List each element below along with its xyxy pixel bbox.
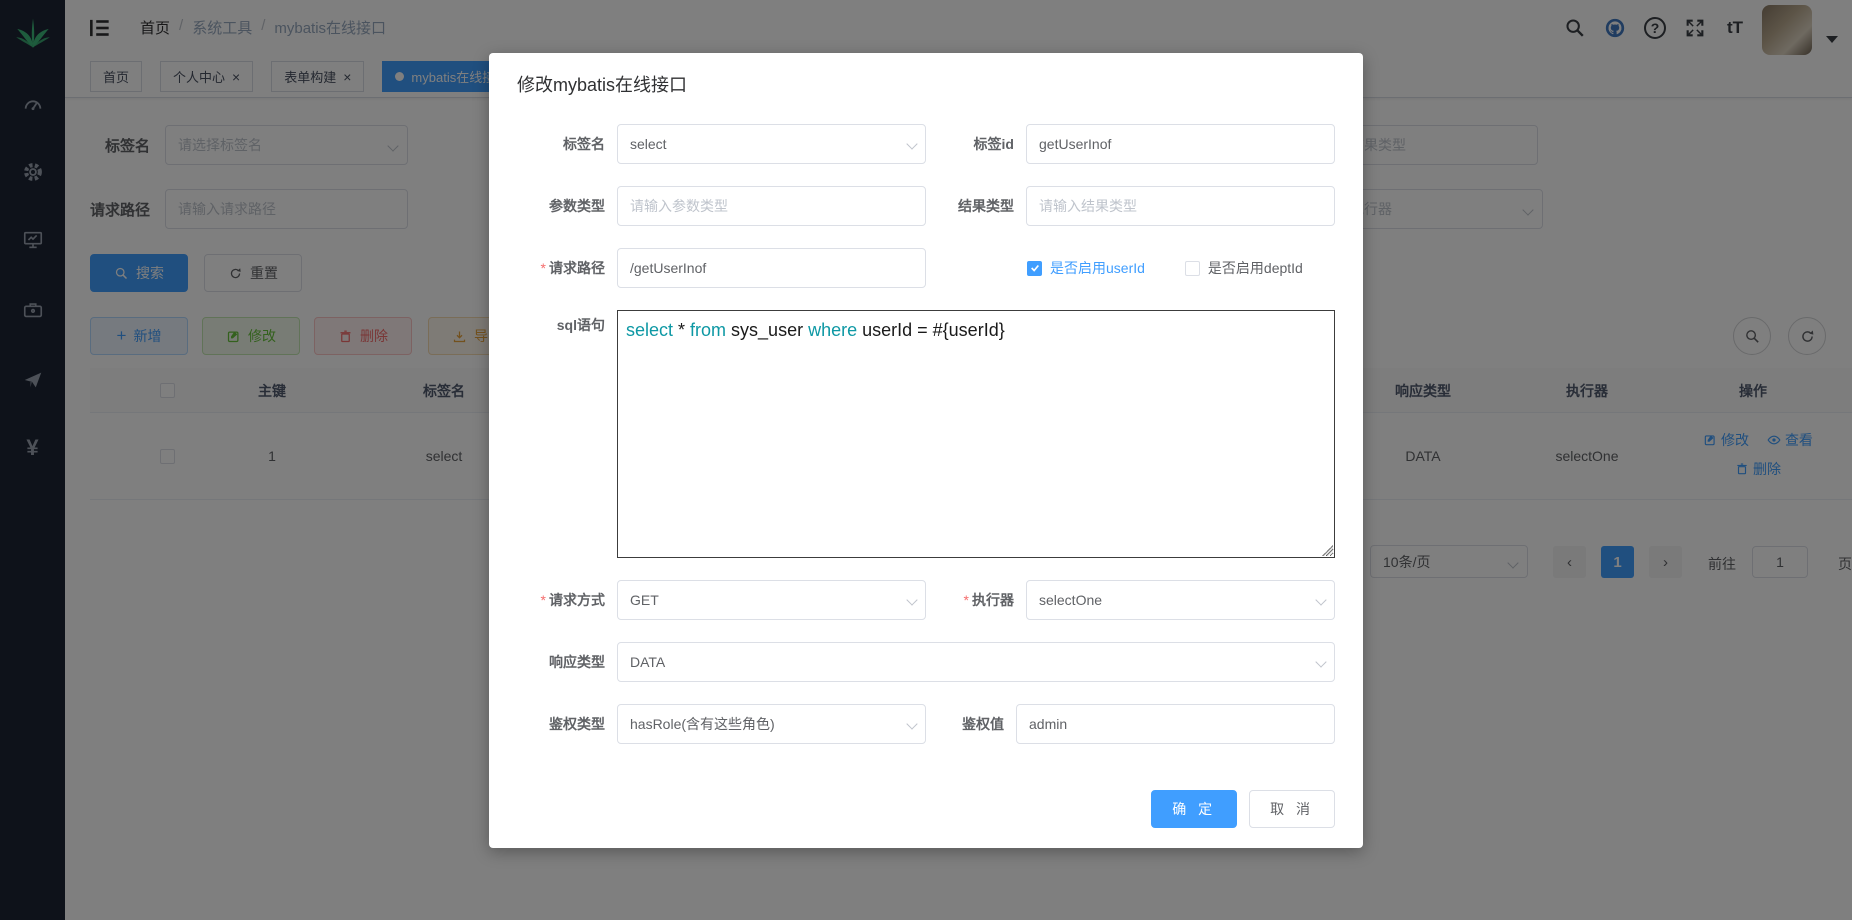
checkbox-unchecked-icon <box>1185 261 1200 276</box>
checkbox-checked-icon <box>1027 261 1042 276</box>
method-label: *请求方式 <box>517 580 605 620</box>
chevron-down-icon <box>1315 656 1326 667</box>
path-input[interactable] <box>617 248 926 288</box>
chevron-down-icon <box>906 138 917 149</box>
resize-handle-icon[interactable] <box>1322 545 1333 556</box>
edit-mybatis-dialog: 修改mybatis在线接口 标签名 select 标签id 参数类型 结果类型 <box>489 53 1363 848</box>
param-type-input[interactable] <box>617 186 926 226</box>
page: ¥ 首页 / 系统工具 / mybatis在线接口 ? <box>0 0 1852 920</box>
auth-type-label: 鉴权类型 <box>517 704 605 744</box>
select-value: selectOne <box>1039 592 1102 608</box>
chevron-down-icon <box>1315 594 1326 605</box>
sql-keyword: where <box>808 320 857 340</box>
sql-text: userId = #{userId} <box>857 320 1005 340</box>
select-value: DATA <box>630 654 665 670</box>
tag-id-input[interactable] <box>1026 124 1335 164</box>
enable-deptid-checkbox[interactable]: 是否启用deptId <box>1185 258 1303 278</box>
path-label: *请求路径 <box>517 248 605 288</box>
confirm-button[interactable]: 确 定 <box>1151 790 1237 828</box>
form-row: sql语句 select * from sys_user where userI… <box>517 310 1335 558</box>
result-type-label: 结果类型 <box>926 186 1014 226</box>
resp-type-select[interactable]: DATA <box>617 642 1335 682</box>
label-text: 请求方式 <box>549 592 605 608</box>
form-row: 标签名 select 标签id <box>517 124 1335 164</box>
executor-select[interactable]: selectOne <box>1026 580 1335 620</box>
tag-name-select[interactable]: select <box>617 124 926 164</box>
auth-value-input[interactable] <box>1016 704 1335 744</box>
sql-editor[interactable]: select * from sys_user where userId = #{… <box>617 310 1335 558</box>
checkbox-label: 是否启用userId <box>1050 258 1145 278</box>
sql-label: sql语句 <box>517 310 605 340</box>
form-row: 响应类型 DATA <box>517 642 1335 682</box>
enable-userid-checkbox[interactable]: 是否启用userId <box>1027 258 1145 278</box>
checkbox-group: 是否启用userId 是否启用deptId <box>1027 258 1303 278</box>
checkbox-label: 是否启用deptId <box>1208 258 1303 278</box>
select-value: select <box>630 136 667 152</box>
label-text: 执行器 <box>972 592 1014 608</box>
chevron-down-icon <box>906 594 917 605</box>
resp-type-label: 响应类型 <box>517 642 605 682</box>
tag-id-label: 标签id <box>926 124 1014 164</box>
method-select[interactable]: GET <box>617 580 926 620</box>
form-row: *请求方式 GET *执行器 selectOne <box>517 580 1335 620</box>
auth-value-label: 鉴权值 <box>926 704 1004 744</box>
result-type-input[interactable] <box>1026 186 1335 226</box>
required-mark: * <box>541 260 546 276</box>
param-type-label: 参数类型 <box>517 186 605 226</box>
required-mark: * <box>541 592 546 608</box>
cancel-button[interactable]: 取 消 <box>1249 790 1335 828</box>
auth-type-select[interactable]: hasRole(含有这些角色) <box>617 704 926 744</box>
sql-keyword: select <box>626 320 673 340</box>
sql-text: * <box>673 320 690 340</box>
tag-name-label: 标签名 <box>517 124 605 164</box>
dialog-title: 修改mybatis在线接口 <box>517 73 1335 98</box>
sql-text: sys_user <box>726 320 808 340</box>
sql-keyword: from <box>690 320 726 340</box>
select-value: hasRole(含有这些角色) <box>630 714 775 734</box>
label-text: 请求路径 <box>549 260 605 276</box>
form-row: 鉴权类型 hasRole(含有这些角色) 鉴权值 <box>517 704 1335 744</box>
required-mark: * <box>964 592 969 608</box>
select-value: GET <box>630 592 659 608</box>
chevron-down-icon <box>906 718 917 729</box>
dialog-footer: 确 定 取 消 <box>517 790 1335 828</box>
form-row: *请求路径 是否启用userId 是否启用deptId <box>517 248 1335 288</box>
executor-label: *执行器 <box>926 580 1014 620</box>
form-row: 参数类型 结果类型 <box>517 186 1335 226</box>
